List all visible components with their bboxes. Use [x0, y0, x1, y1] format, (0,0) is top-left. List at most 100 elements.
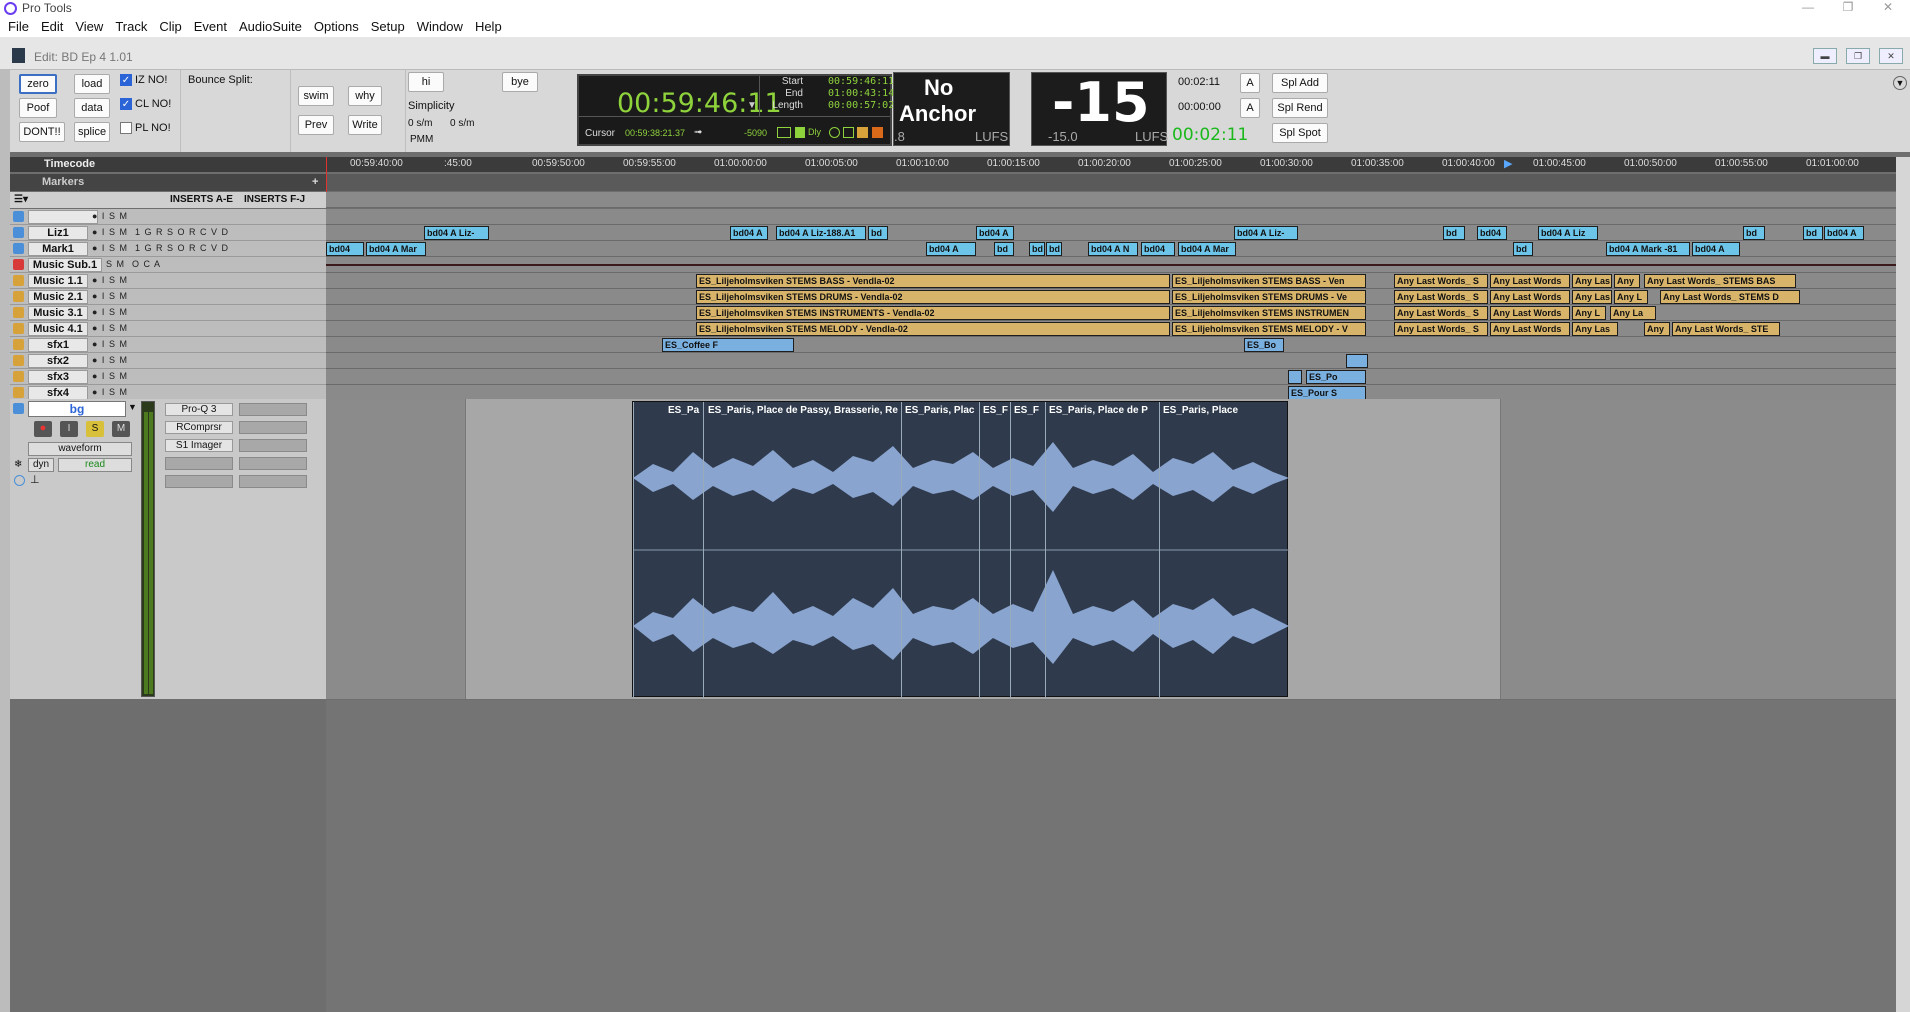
- loop-icon[interactable]: [843, 127, 854, 138]
- timecode-ruler[interactable]: 00:59:40:00 :45:00 00:59:50:00 00:59:55:…: [326, 157, 1896, 172]
- clip-segment[interactable]: ES_Paris, Place de P: [1045, 402, 1148, 698]
- insert-slot-empty[interactable]: [165, 457, 233, 470]
- clip[interactable]: [1288, 370, 1302, 384]
- track-buttons[interactable]: ● I S M: [92, 323, 128, 333]
- track-row-music-4[interactable]: Music 4.1 ● I S M: [10, 321, 326, 337]
- track-buttons[interactable]: ● I S M 1 G R S O R C V D: [92, 227, 229, 237]
- track-name[interactable]: [28, 210, 98, 224]
- track-name[interactable]: sfx4: [28, 386, 88, 400]
- clip[interactable]: bd: [1443, 226, 1465, 240]
- bg-track-menu-icon[interactable]: ▼: [128, 402, 137, 412]
- clip-segment[interactable]: ES_Pa: [633, 402, 699, 698]
- clip[interactable]: bd04 A Mar: [366, 242, 426, 256]
- track-buttons[interactable]: ● I S M 1 G R S O R C V D: [92, 243, 229, 253]
- zero-button[interactable]: zero: [19, 74, 57, 94]
- track-view-selector[interactable]: waveform: [28, 442, 132, 456]
- track-buttons[interactable]: ● I S M: [92, 307, 128, 317]
- track-row-music-3[interactable]: Music 3.1 ● I S M: [10, 305, 326, 321]
- restore-icon[interactable]: ❐: [1828, 0, 1868, 17]
- clip[interactable]: Any L: [1572, 306, 1606, 320]
- track-row-mark1[interactable]: Mark1 ● I S M 1 G R S O R C V D: [10, 241, 326, 257]
- solo-icon[interactable]: S: [86, 421, 104, 437]
- clip[interactable]: ES_Po: [1306, 370, 1366, 384]
- track-name[interactable]: Music 2.1: [28, 290, 88, 304]
- clip[interactable]: ES_Liljeholmsviken STEMS INSTRUMEN: [1172, 306, 1366, 320]
- clip[interactable]: bd: [994, 242, 1014, 256]
- clip[interactable]: bd04: [1477, 226, 1507, 240]
- mute-icon[interactable]: [872, 127, 883, 138]
- clip[interactable]: bd04 A Liz: [1538, 226, 1598, 240]
- track-lane-sfx1[interactable]: ES_Coffee F ES_Bo: [326, 337, 1896, 353]
- clip[interactable]: bd04: [326, 242, 364, 256]
- clip[interactable]: ES_Liljeholmsviken STEMS MELODY - Vendla…: [696, 322, 1170, 336]
- automation-mode-selector[interactable]: read: [58, 458, 132, 472]
- track-row-music-1[interactable]: Music 1.1 ● I S M: [10, 273, 326, 289]
- a-button-1[interactable]: A: [1240, 73, 1260, 93]
- clock-icon[interactable]: [829, 127, 840, 138]
- track-lane-music-1[interactable]: ES_Liljeholmsviken STEMS BASS - Vendla-0…: [326, 273, 1896, 289]
- timeline-empty-area[interactable]: [326, 700, 1896, 1012]
- clip[interactable]: bd: [868, 226, 888, 240]
- clip[interactable]: Any: [1614, 274, 1640, 288]
- insert-slot-empty[interactable]: [239, 475, 307, 488]
- bg-audio-clip[interactable]: ES_Pa ES_Paris, Place de Passy, Brasseri…: [632, 401, 1289, 698]
- toolbar-menu-icon[interactable]: ▼: [1893, 76, 1907, 90]
- track-lane-music-sub[interactable]: [326, 257, 1896, 273]
- grid-icon[interactable]: [777, 127, 791, 138]
- menu-track[interactable]: Track: [109, 17, 153, 36]
- menu-file[interactable]: File: [0, 17, 35, 36]
- clip[interactable]: ES_Liljeholmsviken STEMS INSTRUMENTS - V…: [696, 306, 1170, 320]
- insert-s1-imager[interactable]: S1 Imager: [165, 439, 233, 452]
- clip[interactable]: Any Last Words: [1490, 290, 1570, 304]
- clip[interactable]: Any Last Words_ STEMS BAS: [1644, 274, 1796, 288]
- menu-setup[interactable]: Setup: [365, 17, 411, 36]
- spl-spot-button[interactable]: Spl Spot: [1272, 123, 1328, 143]
- edit-minimize-icon[interactable]: ▬: [1813, 48, 1837, 64]
- clip[interactable]: Any Last Words_ S: [1394, 290, 1488, 304]
- clip[interactable]: Any Last Words_ S: [1394, 322, 1488, 336]
- track-row-music-sub[interactable]: Music Sub.1 S M O C A: [10, 257, 326, 273]
- timecode-ruler-header[interactable]: Timecode: [10, 157, 326, 172]
- nudge-icon[interactable]: [795, 127, 805, 138]
- track-lane-master[interactable]: [326, 209, 1896, 225]
- track-name[interactable]: Music 3.1: [28, 306, 88, 320]
- insert-slot-empty[interactable]: [239, 403, 307, 416]
- edit-restore-icon[interactable]: ❐: [1846, 48, 1870, 64]
- track-lane-music-4[interactable]: ES_Liljeholmsviken STEMS MELODY - Vendla…: [326, 321, 1896, 337]
- clip[interactable]: bd04 A: [1824, 226, 1864, 240]
- data-button[interactable]: data: [74, 98, 110, 118]
- markers-ruler[interactable]: [326, 174, 1896, 191]
- clip[interactable]: bd: [1046, 242, 1062, 256]
- right-scroll-column[interactable]: [1896, 157, 1910, 1012]
- clip[interactable]: Any Last Words_ S: [1394, 306, 1488, 320]
- menu-edit[interactable]: Edit: [35, 17, 69, 36]
- clip[interactable]: bd04 A Mar: [1178, 242, 1236, 256]
- clip[interactable]: ES_Liljeholmsviken STEMS BASS - Vendla-0…: [696, 274, 1170, 288]
- minimize-icon[interactable]: —: [1788, 0, 1828, 17]
- track-row-sfx1[interactable]: sfx1 ● I S M: [10, 337, 326, 353]
- track-name[interactable]: Mark1: [28, 242, 88, 256]
- clip-segment[interactable]: ES_Paris, Place de Passy, Brasserie, Re: [703, 402, 898, 698]
- clip[interactable]: Any Las: [1572, 274, 1612, 288]
- hi-button[interactable]: hi: [408, 72, 444, 92]
- add-marker-icon[interactable]: +: [312, 176, 318, 188]
- write-button[interactable]: Write: [348, 115, 382, 135]
- clip[interactable]: bd04 A: [976, 226, 1014, 240]
- menu-view[interactable]: View: [69, 17, 109, 36]
- track-name[interactable]: Music 4.1: [28, 322, 88, 336]
- track-lane-music-2[interactable]: ES_Liljeholmsviken STEMS DRUMS - Vendla-…: [326, 289, 1896, 305]
- clip[interactable]: Any: [1644, 322, 1670, 336]
- clip[interactable]: Any La: [1610, 306, 1656, 320]
- clip[interactable]: bd04: [1141, 242, 1175, 256]
- dyn-button[interactable]: dyn: [28, 458, 54, 472]
- input-monitor-icon[interactable]: I: [60, 421, 78, 437]
- record-icon[interactable]: ●: [34, 421, 52, 437]
- clip-segment[interactable]: ES_F: [1010, 402, 1039, 698]
- track-name[interactable]: Liz1: [28, 226, 88, 240]
- poof-button[interactable]: Poof: [19, 98, 57, 118]
- splice-button[interactable]: splice: [74, 122, 110, 142]
- menu-options[interactable]: Options: [308, 17, 365, 36]
- close-icon[interactable]: ✕: [1868, 0, 1908, 17]
- track-name[interactable]: Music Sub.1: [28, 258, 102, 272]
- clip-segment[interactable]: ES_Paris, Plac: [901, 402, 975, 698]
